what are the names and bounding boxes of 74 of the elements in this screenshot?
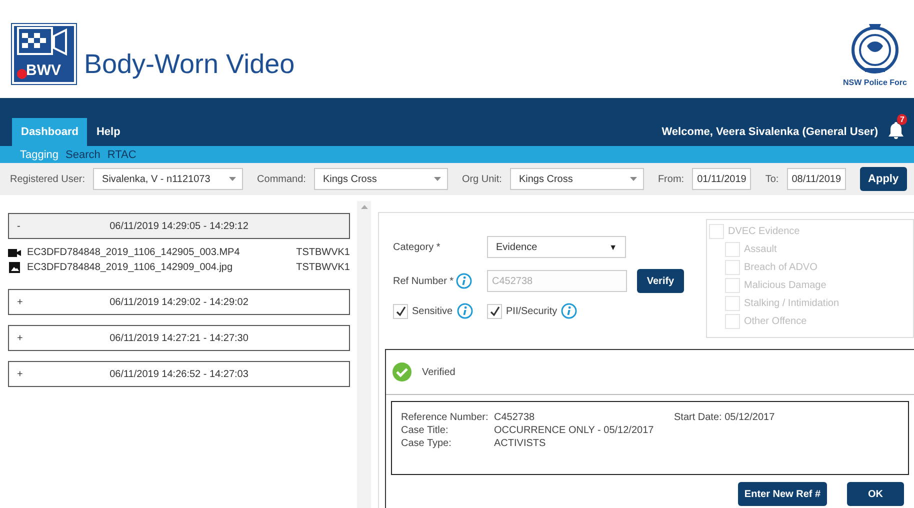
- checkbox[interactable]: [393, 304, 408, 318]
- field-label: From:: [658, 174, 684, 184]
- detail-label: Case Title:: [401, 425, 450, 436]
- group-time-range: 06/11/2019 14:26:52 - 14:27:03: [108, 368, 250, 380]
- checkbox-label: PII/Security: [506, 306, 558, 316]
- group-header[interactable]: - 06/11/2019 14:29:05 - 14:29:12: [8, 213, 350, 239]
- app-title: Body-Worn Video: [84, 49, 295, 80]
- apply-button[interactable]: Apply: [860, 167, 907, 191]
- video-camera-icon: [8, 248, 21, 258]
- detail-label: Reference Number:: [401, 412, 490, 423]
- org-name: NSW Police Forc: [842, 78, 907, 86]
- date-field[interactable]: 08/11/2019: [786, 168, 846, 190]
- group-header[interactable]: + 06/11/2019 14:26:52 - 14:27:03: [8, 361, 350, 387]
- dropdown[interactable]: Kings Cross: [314, 168, 448, 190]
- sub-tab[interactable]: Search: [66, 148, 100, 160]
- field-label: Org Unit:: [462, 174, 502, 184]
- checkbox-label: Breach of ADVO: [744, 262, 818, 273]
- bell-icon: [888, 121, 904, 139]
- action-button[interactable]: Enter New Ref #: [738, 482, 827, 506]
- detail-value: ACTIVISTS: [494, 438, 547, 449]
- toggle-sign: +: [17, 296, 24, 308]
- dropdown[interactable]: Kings Cross: [510, 168, 644, 190]
- logo-text: BWV: [26, 62, 61, 79]
- group-header[interactable]: + 06/11/2019 14:29:02 - 14:29:02: [8, 289, 350, 315]
- dropdown[interactable]: Sivalenka, V - n1121073: [93, 168, 244, 190]
- info-icon: [456, 273, 472, 289]
- checkbox-label: Other Offence: [744, 316, 807, 327]
- sub-tab[interactable]: RTAC: [107, 148, 136, 160]
- checkbox-label: Assault: [744, 244, 777, 255]
- category-dropdown[interactable]: Evidence ▼: [487, 236, 626, 258]
- field-label: Category *: [393, 242, 440, 252]
- info-icon: [456, 303, 473, 319]
- check-icon: [395, 306, 406, 316]
- field-label: Registered User:: [10, 174, 86, 184]
- file-user: TSTBWVK1: [296, 262, 350, 273]
- scrollbar[interactable]: [357, 201, 371, 508]
- toggle-sign: -: [17, 220, 22, 232]
- caret-icon: [229, 177, 236, 181]
- file-user: TSTBWVK1: [296, 247, 350, 258]
- detail-label: Case Type:: [401, 438, 452, 449]
- caret-icon: [630, 177, 637, 181]
- date-field[interactable]: 01/11/2019: [692, 168, 752, 190]
- welcome-text: Welcome, Veera Sivalenka (General User): [662, 126, 878, 138]
- detail-value: C452738: [494, 412, 536, 423]
- check-circle-icon: [392, 362, 412, 382]
- group-time-range: 06/11/2019 14:27:21 - 14:27:30: [108, 332, 250, 344]
- info-icon: [561, 303, 578, 319]
- caret-icon: [434, 177, 441, 181]
- nav-tab[interactable]: Help: [87, 118, 130, 146]
- checkbox-label: Sensitive: [412, 306, 453, 316]
- notification-badge: 7: [897, 114, 908, 125]
- scroll-up-icon: [360, 205, 368, 209]
- file-name[interactable]: EC3DFD784848_2019_1106_142905_003.MP4: [27, 247, 290, 258]
- detail-value: OCCURRENCE ONLY - 05/12/2017: [494, 425, 655, 436]
- image-icon: [9, 262, 20, 273]
- file-name[interactable]: EC3DFD784848_2019_1106_142909_004.jpg: [27, 262, 290, 273]
- checkbox-label: DVEC Evidence: [728, 226, 800, 237]
- group-time-range: 06/11/2019 14:29:02 - 14:29:02: [108, 296, 250, 308]
- verification-status: Verified: [422, 366, 456, 378]
- toggle-sign: +: [17, 332, 24, 344]
- group-time-range: 06/11/2019 14:29:05 - 14:29:12: [108, 220, 250, 232]
- detail-label: Start Date:: [674, 412, 722, 423]
- checkbox[interactable]: [487, 304, 502, 318]
- group-header[interactable]: + 06/11/2019 14:27:21 - 14:27:30: [8, 325, 350, 351]
- action-button[interactable]: OK: [847, 482, 904, 506]
- detail-value: 05/12/2017: [724, 412, 775, 423]
- check-icon: [489, 306, 500, 316]
- field-label: To:: [765, 174, 779, 184]
- field-label: Command:: [257, 174, 306, 184]
- toggle-sign: +: [17, 368, 24, 380]
- checkbox-label: Stalking / Intimidation: [744, 298, 840, 309]
- field-label: Ref Number *: [393, 276, 454, 286]
- verify-button[interactable]: Verify: [637, 269, 684, 293]
- checkbox-label: Malicious Damage: [744, 280, 826, 291]
